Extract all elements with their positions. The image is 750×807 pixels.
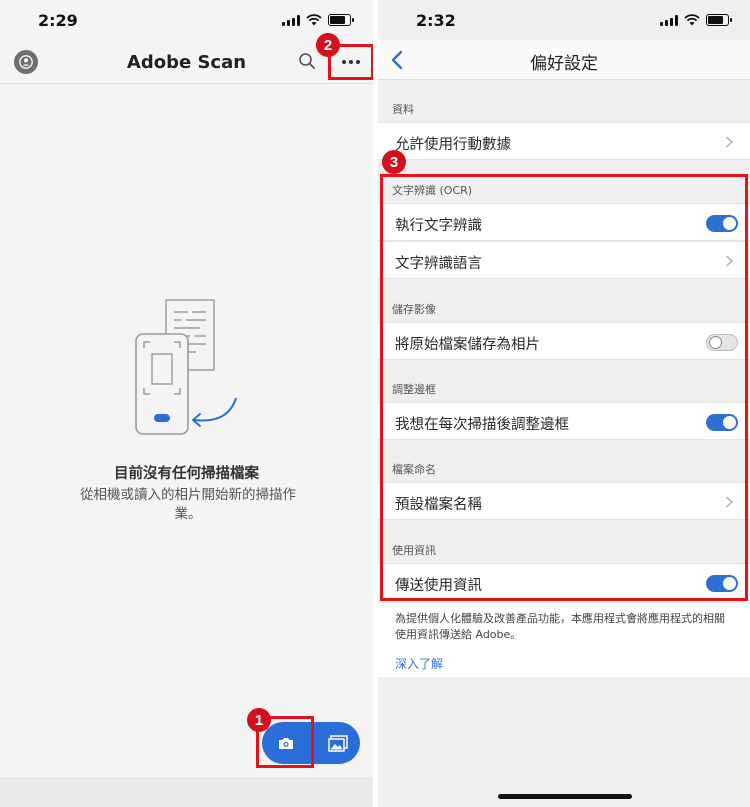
row-send-usage-info[interactable]: 傳送使用資訊: [378, 563, 750, 601]
section-label-usage-info: 使用資訊: [392, 544, 436, 557]
step-badge-2: 2: [316, 33, 340, 57]
chevron-right-icon: [725, 136, 734, 148]
row-label: 預設檔案名稱: [395, 497, 482, 513]
home-indicator[interactable]: [498, 794, 632, 799]
row-save-original-photo[interactable]: 將原始檔案儲存為相片: [378, 322, 750, 360]
bottom-strip: [0, 777, 373, 807]
row-run-ocr[interactable]: 執行文字辨識: [378, 203, 750, 241]
wifi-icon: [684, 14, 700, 26]
row-adjust-border[interactable]: 我想在每次掃描後調整邊框: [378, 402, 750, 440]
battery-icon: [328, 14, 354, 26]
section-label-save-image: 儲存影像: [392, 303, 436, 316]
section-label-adjust-border: 調整邊框: [392, 383, 436, 396]
section-label-data: 資料: [392, 103, 414, 116]
app-title: Adobe Scan: [126, 52, 247, 73]
row-label: 我想在每次掃描後調整邊框: [395, 417, 569, 433]
row-label: 將原始檔案儲存為相片: [395, 337, 540, 353]
chevron-right-icon: [725, 255, 734, 267]
search-icon[interactable]: [298, 52, 316, 70]
step-badge-3: 3: [382, 150, 406, 174]
preferences-screen: 2:32 偏好設定 資料 允許使用行動數據 文字辨識 (OCR) 執行文字辨識 …: [378, 0, 750, 807]
status-time: 2:32: [416, 11, 456, 30]
ocr-toggle[interactable]: [706, 215, 738, 232]
learn-more-link[interactable]: 深入了解: [395, 655, 443, 672]
signal-icon: [282, 14, 300, 26]
status-bar: 2:29: [0, 0, 373, 40]
gallery-button[interactable]: [316, 722, 360, 764]
row-ocr-language[interactable]: 文字辨識語言: [378, 241, 750, 279]
row-label: 文字辨識語言: [395, 256, 482, 272]
usage-footer: 為提供個人化體驗及改善產品功能，本應用程式會將應用程式的相關使用資訊傳送給 Ad…: [378, 603, 750, 677]
section-label-ocr: 文字辨識 (OCR): [392, 184, 473, 197]
chevron-right-icon: [725, 496, 734, 508]
adjust-border-toggle[interactable]: [706, 414, 738, 431]
gallery-icon: [328, 734, 348, 752]
adobe-scan-home-screen: 2:29 Adobe Scan 2 目前沒有任何掃描檔案 從相機或讀入的相片開始…: [0, 0, 373, 807]
wifi-icon: [306, 14, 322, 26]
more-icon: [342, 60, 346, 64]
nav-bar: 偏好設定: [378, 40, 750, 80]
save-photo-toggle[interactable]: [706, 334, 738, 351]
step-badge-1: 1: [247, 708, 271, 732]
row-label: 允許使用行動數據: [395, 137, 511, 153]
page-title: 偏好設定: [530, 54, 598, 74]
row-allow-mobile-data[interactable]: 允許使用行動數據: [378, 122, 750, 160]
section-label-file-naming: 檔案命名: [392, 463, 436, 476]
row-label: 傳送使用資訊: [395, 578, 482, 594]
status-icons: [660, 14, 732, 26]
status-bar: 2:32: [378, 0, 750, 40]
empty-state-illustration: [135, 299, 237, 435]
signal-icon: [660, 14, 678, 26]
row-label: 執行文字辨識: [395, 218, 482, 234]
usage-footer-text: 為提供個人化體驗及改善產品功能，本應用程式會將應用程式的相關使用資訊傳送給 Ad…: [395, 612, 725, 641]
usage-info-toggle[interactable]: [706, 575, 738, 592]
empty-state-description: 從相機或讀入的相片開始新的掃描作業。: [80, 487, 296, 522]
battery-icon: [706, 14, 732, 26]
status-icons: [282, 14, 354, 26]
status-time: 2:29: [38, 11, 78, 30]
empty-state-title: 目前沒有任何掃描檔案: [114, 466, 259, 482]
row-default-file-name[interactable]: 預設檔案名稱: [378, 482, 750, 520]
